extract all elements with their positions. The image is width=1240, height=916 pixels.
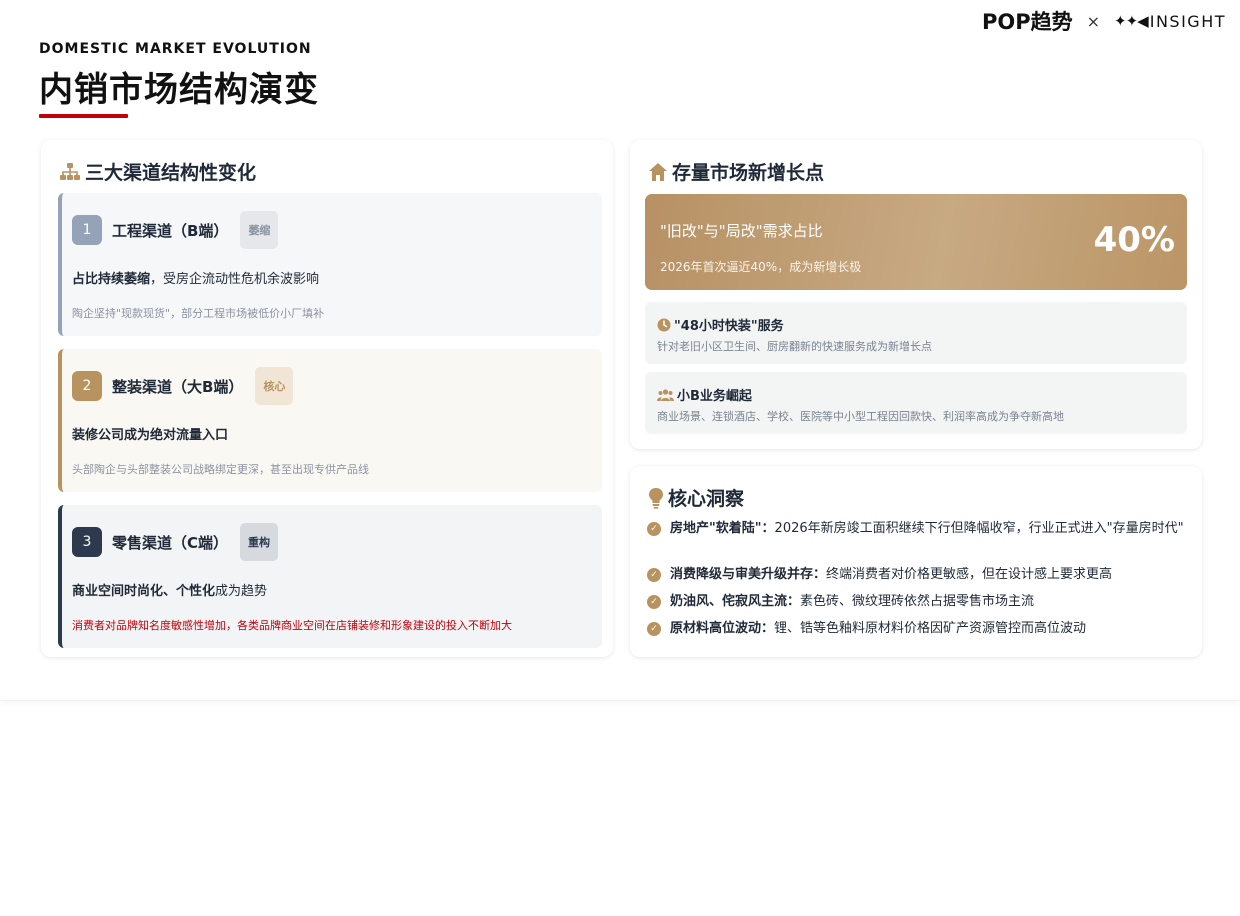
check-icon: ✓ xyxy=(647,568,661,582)
channel-lead-rest: 成为趋势 xyxy=(215,584,268,599)
insight-bold: 奶油风、侘寂风主流： xyxy=(670,594,801,609)
page-eyebrow: DOMESTIC MARKET EVOLUTION xyxy=(39,41,312,57)
growth-point-desc: 商业场景、连锁酒店、学校、医院等中小型工程因回款快、利润率高成为争夺新高地 xyxy=(657,410,1064,423)
insight-bold: 原材料高位波动： xyxy=(670,621,775,636)
channel-number: 1 xyxy=(72,215,102,245)
insights-card-title: 核心洞察 xyxy=(668,488,745,510)
users-icon xyxy=(657,388,674,402)
channel-retail: 3 零售渠道（C端） 重构 商业空间时尚化、个性化成为趋势 消费者对品牌知名度敏… xyxy=(58,505,602,648)
status-badge: 核心 xyxy=(255,367,294,405)
insights-card-header: 核心洞察 xyxy=(648,484,744,511)
growth-point-title: "48小时快装"服务 xyxy=(674,319,784,334)
brand-logo: POP趋势 × ✦✦◀ INSIGHT xyxy=(982,8,1226,34)
pop-logo: POP趋势 xyxy=(982,10,1073,34)
check-icon: ✓ xyxy=(647,595,661,609)
growth-point-desc: 针对老旧小区卫生间、厨房翻新的快速服务成为新增长点 xyxy=(657,340,932,353)
channel-number: 3 xyxy=(72,527,102,557)
slide: POP趋势 × ✦✦◀ INSIGHT DOMESTIC MARKET EVOL… xyxy=(0,0,1240,701)
insight-item: ✓ 奶油风、侘寂风主流：素色砖、微纹理砖依然占据零售市场主流 xyxy=(647,592,1187,612)
insight-item: ✓ 消费降级与审美升级并存：终端消费者对价格更敏感，但在设计感上要求更高 xyxy=(647,565,1187,585)
sparkle-icon: ✦✦◀ xyxy=(1114,12,1149,30)
channel-engineering: 1 工程渠道（B端） 萎缩 占比持续萎缩，受房企流动性危机余波影响 陶企坚持"现… xyxy=(58,193,602,336)
highlight-headline: "旧改"与"局改"需求占比 xyxy=(660,222,823,240)
channel-name: 工程渠道（B端） xyxy=(112,221,229,240)
channel-note: 消费者对品牌知名度敏感性增加，各类品牌商业空间在店铺装修和形象建设的投入不断加大 xyxy=(72,619,512,632)
insight-text: 素色砖、微纹理砖依然占据零售市场主流 xyxy=(800,594,1035,609)
highlight-value: 40% xyxy=(1093,220,1175,260)
channel-lead: 占比持续萎缩，受房企流动性危机余波影响 xyxy=(72,268,319,287)
insight-item: ✓ 原材料高位波动：锂、锆等色釉料原材料价格因矿产资源管控而高位波动 xyxy=(647,619,1187,639)
channel-lead: 装修公司成为绝对流量入口 xyxy=(72,424,228,443)
status-badge: 萎缩 xyxy=(240,211,279,249)
growth-point-title: 小B业务崛起 xyxy=(677,389,752,404)
insight-text: 2026年新房竣工面积继续下行但降幅收窄，行业正式进入"存量房时代" xyxy=(774,521,1184,536)
channel-lead: 商业空间时尚化、个性化成为趋势 xyxy=(72,580,267,599)
channel-name: 整装渠道（大B端） xyxy=(112,377,244,396)
insight-item: ✓ 房地产"软着陆"：2026年新房竣工面积继续下行但降幅收窄，行业正式进入"存… xyxy=(647,519,1187,539)
stock-card-header: 存量市场新增长点 xyxy=(648,158,824,185)
growth-point-small-b: 小B业务崛起 商业场景、连锁酒店、学校、医院等中小型工程因回款快、利润率高成为争… xyxy=(645,372,1187,434)
insight-bold: 消费降级与审美升级并存： xyxy=(670,567,827,582)
check-icon: ✓ xyxy=(647,522,661,536)
insight-text: 锂、锆等色釉料原材料价格因矿产资源管控而高位波动 xyxy=(774,621,1087,636)
channels-card-title: 三大渠道结构性变化 xyxy=(85,162,257,184)
insights-card: 核心洞察 ✓ 房地产"软着陆"：2026年新房竣工面积继续下行但降幅收窄，行业正… xyxy=(630,466,1202,657)
lightbulb-icon xyxy=(648,487,664,509)
channel-number: 2 xyxy=(72,371,102,401)
channels-card-header: 三大渠道结构性变化 xyxy=(59,158,256,185)
insight-logo: INSIGHT xyxy=(1149,11,1226,31)
highlight-banner: "旧改"与"局改"需求占比 2026年首次逼近40%，成为新增长极 40% xyxy=(645,194,1187,290)
channel-lead-rest: ，受房企流动性危机余波影响 xyxy=(150,272,320,287)
insight-text: 终端消费者对价格更敏感，但在设计感上要求更高 xyxy=(826,567,1113,582)
stock-market-card: 存量市场新增长点 "旧改"与"局改"需求占比 2026年首次逼近40%，成为新增… xyxy=(630,140,1202,449)
page-title: 内销市场结构演变 xyxy=(39,70,319,110)
cross-mark: × xyxy=(1086,11,1101,31)
channel-note: 陶企坚持"现款现货"，部分工程市场被低价小厂填补 xyxy=(72,307,325,320)
title-underline xyxy=(39,114,128,118)
channel-note: 头部陶企与头部整装公司战略绑定更深，甚至出现专供产品线 xyxy=(72,463,369,476)
sitemap-icon xyxy=(59,162,81,182)
check-icon: ✓ xyxy=(647,622,661,636)
clock-icon xyxy=(657,318,671,332)
insight-bold: 房地产"软着陆"： xyxy=(670,521,775,536)
channel-lead-bold: 占比持续萎缩 xyxy=(72,272,151,287)
stock-card-title: 存量市场新增长点 xyxy=(672,162,825,184)
channel-lead-bold: 商业空间时尚化、个性化 xyxy=(72,584,216,599)
growth-point-fast-install: "48小时快装"服务 针对老旧小区卫生间、厨房翻新的快速服务成为新增长点 xyxy=(645,302,1187,364)
channel-name: 零售渠道（C端） xyxy=(112,533,229,552)
highlight-sub: 2026年首次逼近40%，成为新增长极 xyxy=(660,260,862,274)
channel-lead-bold: 装修公司成为绝对流量入口 xyxy=(72,428,229,443)
channels-card: 三大渠道结构性变化 1 工程渠道（B端） 萎缩 占比持续萎缩，受房企流动性危机余… xyxy=(41,140,613,657)
house-icon xyxy=(648,162,668,182)
status-badge: 重构 xyxy=(240,523,279,561)
channel-whole-house: 2 整装渠道（大B端） 核心 装修公司成为绝对流量入口 头部陶企与头部整装公司战… xyxy=(58,349,602,492)
